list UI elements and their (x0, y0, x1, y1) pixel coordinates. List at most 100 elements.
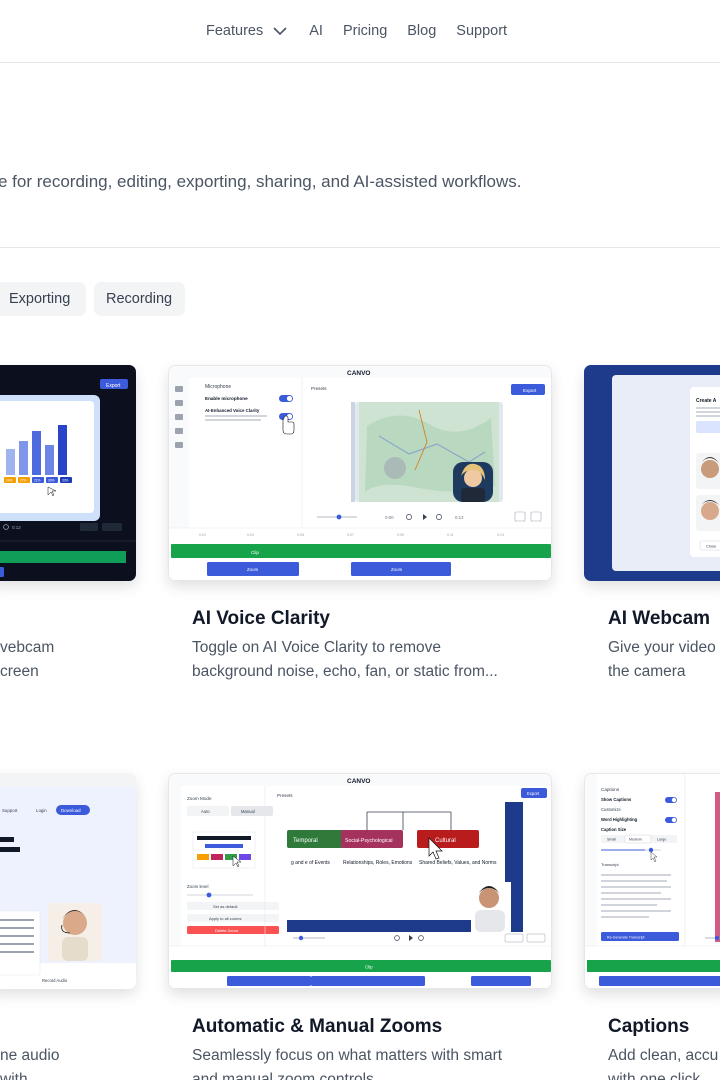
zoom-mode-option: Auto (201, 809, 210, 814)
presets-label: Presets (277, 793, 293, 798)
card-description-line: background noise, echo, fan, or static f… (192, 663, 498, 680)
svg-text:0:03: 0:03 (247, 533, 254, 537)
record-audio-label: Record Audio (42, 978, 68, 983)
nav-features-label: Features (206, 23, 264, 39)
card-description-line: creen (0, 663, 39, 680)
bar-value: 33% (62, 479, 69, 483)
export-label: Export (523, 388, 537, 393)
panel-option: Caption Size (601, 827, 627, 832)
card-description-line: ne audio (0, 1047, 60, 1064)
nav-label: Login (36, 808, 47, 813)
card-thumbnail-webcam[interactable]: Create A Close (584, 365, 720, 581)
card-description-line: with (0, 1071, 28, 1080)
bar-value: 27% (20, 479, 27, 483)
svg-text:0:05: 0:05 (297, 533, 304, 537)
nav-label: Download (61, 808, 81, 813)
card-description-line: with one click (608, 1071, 701, 1080)
card-description-line: Toggle on AI Voice Clarity to remove (192, 639, 441, 656)
apply-all-button: Apply to all zooms (209, 916, 241, 921)
filter-recording[interactable]: Recording (94, 282, 185, 316)
svg-text:0:07: 0:07 (347, 533, 354, 537)
card-title-ai-webcam[interactable]: AI Webcam (608, 608, 710, 630)
size-option: Large (657, 838, 666, 842)
nav-label: Support (2, 808, 18, 813)
top-nav: Features AI Pricing Blog Support (0, 0, 720, 63)
card-description-captions: Add clean, accu with one click (608, 1044, 720, 1080)
card-description-line: Give your video (608, 639, 716, 656)
filter-exporting[interactable]: Exporting (0, 282, 86, 316)
card-title-captions[interactable]: Captions (608, 1016, 689, 1038)
timeline-clip-label: Clip (365, 965, 373, 970)
panel-option: Enable microphone (205, 396, 248, 401)
card-thumbnail-zooms[interactable]: CANVO Zoom Mode Auto Manual Zoom level S… (168, 773, 552, 989)
brand-label: CANVO (347, 370, 370, 377)
bar-value: 30% (48, 479, 55, 483)
card-description-voice-clarity: Toggle on AI Voice Clarity to remove bac… (192, 636, 542, 684)
diagram-box: Temporal (293, 838, 318, 844)
timeline-clip-label: Clip (251, 550, 259, 555)
page-description: e for recording, editing, exporting, sha… (0, 172, 720, 192)
timeline-zoom-label: Zoom (247, 567, 259, 572)
nav-links: Features AI Pricing Blog Support (206, 22, 527, 40)
card-title-zooms[interactable]: Automatic & Manual Zooms (192, 1016, 442, 1038)
panel-option: AI-Enhanced Voice Clarity (205, 408, 260, 413)
card-thumbnail-captions[interactable]: Captions Show Captions Customize Word Hi… (584, 773, 720, 989)
nav-ai[interactable]: AI (309, 22, 323, 40)
svg-text:0:13: 0:13 (497, 533, 504, 537)
set-default-button: Set as default (213, 904, 238, 909)
timeline-zoom-label: Zoom (391, 567, 403, 572)
card-title-voice-clarity[interactable]: AI Voice Clarity (192, 608, 330, 630)
card-thumbnail-charts[interactable]: Export 24% 27% 21% 30% 33% 0:12 (0, 365, 136, 581)
audio-screenshot: Support Login Download Record Audio (0, 773, 136, 989)
card-description-webcam-partial: vebcam creen (0, 636, 140, 684)
charts-screenshot: Export 24% 27% 21% 30% 33% 0:12 (0, 365, 136, 581)
card-thumbnail-voice-clarity[interactable]: CANVO Microphone Enable microphone AI-En… (168, 365, 552, 581)
voice-clarity-screenshot: CANVO Microphone Enable microphone AI-En… (169, 366, 551, 580)
card-description-line: and manual zoom controls (192, 1071, 374, 1080)
zooms-screenshot: CANVO Zoom Mode Auto Manual Zoom level S… (169, 774, 551, 988)
diagram-text: g and e of Events (291, 860, 330, 866)
panel-title: Captions (601, 787, 620, 792)
card-description-line: Seamlessly focus on what matters with sm… (192, 1047, 503, 1064)
dialog-title: Create A (696, 398, 717, 404)
panel-option: Word Highlighting (601, 817, 638, 822)
size-option: Small (607, 838, 616, 842)
card-description-line: the camera (608, 663, 686, 680)
time-label: 0:12 (12, 525, 21, 530)
diagram-box: Cultural (435, 838, 456, 844)
chevron-down-icon (273, 26, 287, 35)
size-option: Medium (629, 838, 642, 842)
divider (0, 247, 720, 248)
webcam-screenshot: Create A Close (584, 365, 720, 581)
panel-title: Zoom Mode (187, 796, 212, 801)
diagram-box: Social-Psychological (345, 838, 393, 844)
card-description-line: vebcam (0, 639, 55, 656)
card-description-audio-partial: ne audio with (0, 1044, 140, 1080)
captions-screenshot: Captions Show Captions Customize Word Hi… (585, 774, 720, 988)
bar-value: 21% (34, 479, 41, 483)
svg-text:0:11: 0:11 (447, 533, 454, 537)
nav-pricing[interactable]: Pricing (343, 22, 387, 40)
transcript-label: Transcript (601, 862, 620, 867)
panel-option: Customize (601, 807, 621, 812)
export-label: Export (106, 383, 121, 389)
panel-title: Microphone (205, 384, 231, 390)
time-label: 0:12 (455, 515, 464, 520)
svg-text:0:01: 0:01 (199, 533, 206, 537)
card-thumbnail-audio[interactable]: Support Login Download Record Audio (0, 773, 136, 989)
zoom-mode-option: Manual (241, 809, 255, 814)
card-description-zooms: Seamlessly focus on what matters with sm… (192, 1044, 552, 1080)
nav-features[interactable]: Features (206, 22, 287, 40)
page-description-text: e for recording, editing, exporting, sha… (0, 172, 522, 191)
svg-text:0:09: 0:09 (397, 533, 404, 537)
zoom-level-label: Zoom level (187, 884, 208, 889)
card-description-ai-webcam: Give your video the camera (608, 636, 720, 684)
card-description-line: Add clean, accu (608, 1047, 719, 1064)
time-label: 0:00 (385, 515, 394, 520)
nav-blog[interactable]: Blog (407, 22, 436, 40)
nav-support[interactable]: Support (456, 22, 507, 40)
panel-option: Show Captions (601, 797, 632, 802)
close-label: Close (706, 544, 717, 549)
diagram-text: Relationships, Roles, Emotions (343, 860, 413, 866)
diagram-text: Shared Beliefs, Values, and Norms (419, 860, 497, 866)
